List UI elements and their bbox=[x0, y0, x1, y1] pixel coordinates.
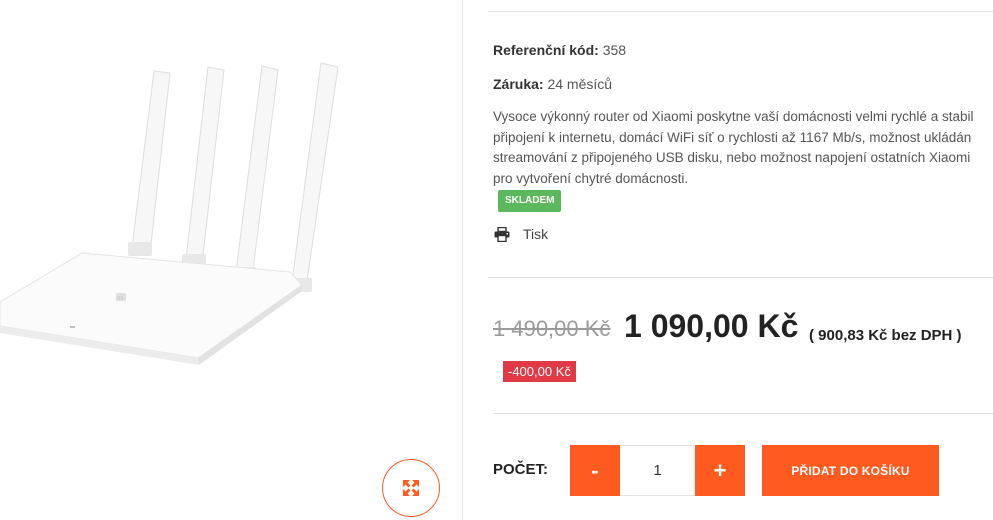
quantity-decrease-button[interactable]: - bbox=[570, 445, 620, 496]
product-description: Vysoce výkonný router od Xiaomi poskytne… bbox=[493, 109, 974, 186]
product-gallery: mi bbox=[0, 0, 462, 520]
column-divider bbox=[462, 0, 463, 520]
print-link[interactable]: Tisk bbox=[494, 226, 548, 242]
reference-value: 358 bbox=[602, 42, 627, 58]
product-image: mi bbox=[0, 62, 339, 365]
reference-code: Referenční kód: 358 bbox=[493, 42, 626, 58]
warranty-label: Záruka: bbox=[493, 76, 544, 92]
print-label: Tisk bbox=[523, 226, 549, 242]
router-logo: mi bbox=[117, 296, 123, 302]
reference-label: Referenční kód: bbox=[493, 42, 599, 58]
add-to-cart-button[interactable]: PŘIDAT DO KOŠÍKU bbox=[762, 445, 939, 496]
old-price: 1 490,00 Kč bbox=[493, 316, 611, 341]
product-details: Referenční kód: 358 Záruka: 24 měsíců Vy… bbox=[488, 0, 993, 520]
price-without-vat: ( 900,83 Kč bez DPH ) bbox=[809, 327, 962, 344]
divider bbox=[488, 277, 993, 278]
divider bbox=[488, 11, 993, 12]
warranty-value: 24 měsíců bbox=[547, 76, 613, 92]
quantity-label: POČET: bbox=[493, 461, 549, 478]
divider bbox=[493, 413, 993, 414]
stock-status-badge: SKLADEM bbox=[498, 190, 562, 212]
current-price: 1 090,00 Kč bbox=[624, 308, 799, 344]
quantity-input[interactable] bbox=[620, 445, 695, 496]
quantity-increase-button[interactable]: + bbox=[695, 445, 745, 496]
warranty: Záruka: 24 měsíců bbox=[493, 76, 612, 92]
discount-badge: -400,00 Kč bbox=[503, 361, 576, 382]
zoom-button[interactable] bbox=[382, 459, 440, 517]
expand-arrows-icon bbox=[403, 480, 419, 496]
printer-icon bbox=[494, 226, 510, 242]
